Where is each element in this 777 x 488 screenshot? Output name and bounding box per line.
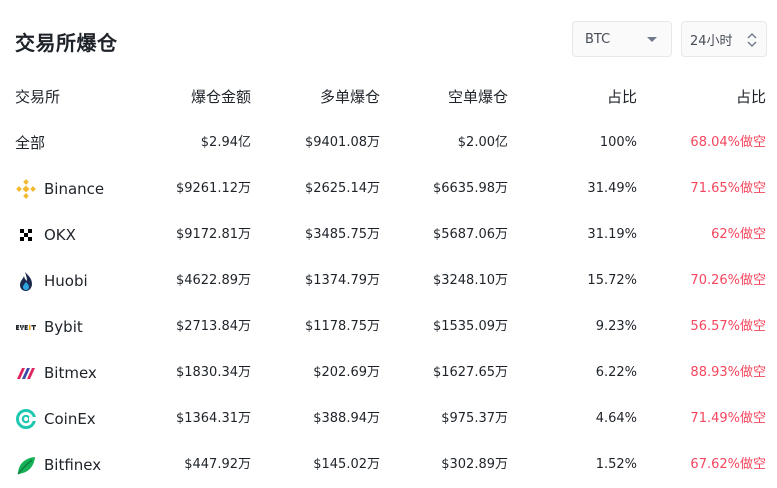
short-ratio: 88.93%做空 [690,365,766,380]
long-liquidation: $145.02万 [313,457,380,472]
share-percent: 31.19% [587,227,637,242]
table-row[interactable]: Huobi $4622.89万 $1374.79万 $3248.10万 15.7… [0,258,777,304]
long-liquidation: $202.69万 [313,365,380,380]
share-percent: 100% [599,135,637,150]
exchange-name: Bitfinex [44,456,102,474]
table-row[interactable]: Bybit $2713.84万 $1178.75万 $1535.09万 9.23… [0,304,777,350]
short-liquidation: $6635.98万 [432,181,508,196]
long-liquidation: $9401.08万 [304,135,380,150]
total-liquidation: $9172.81万 [175,227,251,242]
total-liquidation: $9261.12万 [175,181,251,196]
coin-select-value: BTC [585,31,611,47]
exchange-name: Bybit [44,318,83,336]
total-liquidation: $2.94亿 [200,135,251,150]
column-header-total: 爆仓金额 [190,88,251,106]
table-row[interactable]: Binance $9261.12万 $2625.14万 $6635.98万 31… [0,166,777,212]
long-liquidation: $1178.75万 [304,319,380,334]
period-select[interactable]: 24小时 [681,21,767,57]
table-row[interactable]: CoinEx $1364.31万 $388.94万 $975.37万 4.64%… [0,396,777,442]
share-percent: 6.22% [595,365,637,380]
share-percent: 1.52% [595,457,637,472]
short-ratio: 71.65%做空 [690,181,766,196]
okx-logo-icon [15,224,37,246]
short-liquidation: $2.00亿 [457,135,508,150]
sort-updown-icon [747,31,757,49]
chevron-down-icon [647,37,657,42]
short-liquidation: $302.89万 [441,457,508,472]
huobi-logo-icon [15,270,37,292]
column-header-short: 空单爆仓 [447,88,508,106]
short-ratio: 67.62%做空 [690,457,766,472]
long-liquidation: $2625.14万 [304,181,380,196]
share-percent: 15.72% [587,273,637,288]
coin-select[interactable]: BTC [572,21,672,57]
bitfinex-logo-icon [15,454,37,476]
table-row[interactable]: Bitmex $1830.34万 $202.69万 $1627.65万 6.22… [0,350,777,396]
short-ratio: 62%做空 [711,227,766,242]
period-select-value: 24小时 [690,33,733,49]
exchange-name: Binance [44,180,105,198]
column-header-ratio: 占比 [735,88,766,106]
header: 交易所爆仓 BTC 24小时 [0,0,777,80]
bybit-logo-icon [15,316,37,338]
table-row[interactable]: OKX $9172.81万 $3485.75万 $5687.06万 31.19%… [0,212,777,258]
short-liquidation: $975.37万 [441,411,508,426]
share-percent: 31.49% [587,181,637,196]
column-header-share: 占比 [606,88,637,106]
total-liquidation: $1364.31万 [175,411,251,426]
column-header-long: 多单爆仓 [319,88,380,106]
short-ratio: 70.26%做空 [690,273,766,288]
total-liquidation: $2713.84万 [175,319,251,334]
short-ratio: 68.04%做空 [690,135,766,150]
binance-logo-icon [15,178,37,200]
total-liquidation: $447.92万 [184,457,251,472]
table-row[interactable]: 全部 $2.94亿 $9401.08万 $2.00亿 100% 68.04%做空 [0,120,777,166]
exchange-name: Bitmex [44,364,97,382]
exchange-name: OKX [44,226,76,244]
exchange-name: Huobi [44,272,88,290]
liquidation-table: 交易所 爆仓金额 多单爆仓 空单爆仓 占比 占比 全部 $2.94亿 $9401… [0,74,777,488]
bitmex-logo-icon [15,362,37,384]
short-liquidation: $1627.65万 [432,365,508,380]
short-ratio: 71.49%做空 [690,411,766,426]
share-percent: 9.23% [595,319,637,334]
table-header-row: 交易所 爆仓金额 多单爆仓 空单爆仓 占比 占比 [0,74,777,120]
long-liquidation: $3485.75万 [304,227,380,242]
share-percent: 4.64% [595,411,637,426]
coinex-logo-icon [15,408,37,430]
short-liquidation: $5687.06万 [432,227,508,242]
short-liquidation: $3248.10万 [432,273,508,288]
short-ratio: 56.57%做空 [690,319,766,334]
page-title: 交易所爆仓 [15,31,118,55]
long-liquidation: $1374.79万 [304,273,380,288]
long-liquidation: $388.94万 [313,411,380,426]
table-row[interactable]: Bitfinex $447.92万 $145.02万 $302.89万 1.52… [0,442,777,488]
exchange-name: CoinEx [44,410,96,428]
total-liquidation: $1830.34万 [175,365,251,380]
short-liquidation: $1535.09万 [432,319,508,334]
total-liquidation: $4622.89万 [175,273,251,288]
